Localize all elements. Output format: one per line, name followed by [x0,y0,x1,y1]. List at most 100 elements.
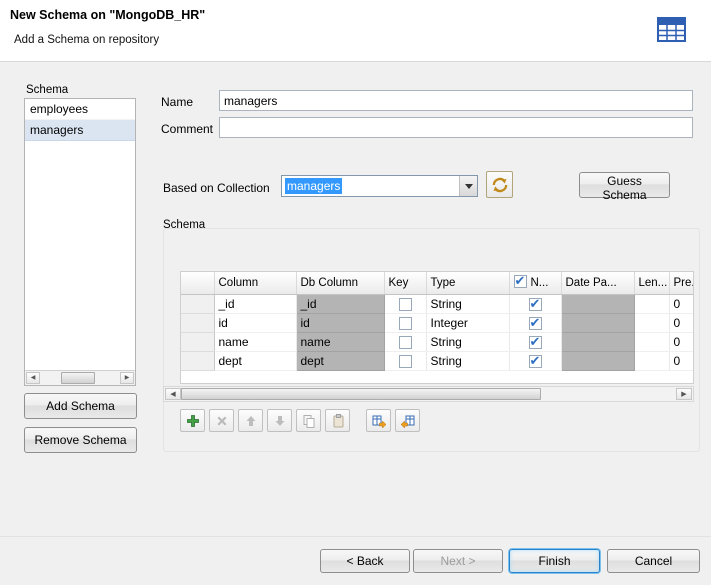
refresh-collections-button[interactable] [486,171,513,198]
add-schema-button[interactable]: Add Schema [24,393,137,419]
cell-db-column: id [296,313,384,332]
delete-icon [214,413,230,429]
nullable-checkbox[interactable] [529,336,542,349]
cell-key[interactable] [384,294,426,313]
key-checkbox[interactable] [399,336,412,349]
dialog-title: New Schema on "MongoDB_HR" [10,8,205,22]
cell-column[interactable]: _id [214,294,296,313]
cell-length[interactable] [634,332,669,351]
cell-length[interactable] [634,294,669,313]
nullable-checkbox[interactable] [529,317,542,330]
cell-key[interactable] [384,332,426,351]
schema-list-items: employees managers [25,99,135,141]
new-schema-wizard-dialog: New Schema on "MongoDB_HR" Add a Schema … [0,0,711,585]
cell-type[interactable]: String [426,351,509,370]
add-column-button[interactable] [180,409,205,432]
move-up-button[interactable] [238,409,263,432]
cell-type[interactable]: Integer [426,313,509,332]
cell-db-column: dept [296,351,384,370]
scroll-left-icon[interactable]: ◀ [165,388,181,400]
nullable-all-checkbox[interactable] [514,275,527,288]
cell-nullable[interactable] [509,313,561,332]
schema-list-label: Schema [26,84,68,96]
col-header-type[interactable]: Type [426,272,509,294]
cancel-button[interactable]: Cancel [607,549,700,573]
paste-button[interactable] [325,409,350,432]
col-header-nullable[interactable]: N... [509,272,561,294]
collection-selected-value: managers [285,178,342,194]
col-header-length[interactable]: Len... [634,272,669,294]
row-selector-cell[interactable] [181,294,214,313]
schema-table-hscrollbar[interactable]: ◀ ▶ [163,386,694,402]
schema-list-hscrollbar[interactable]: ◀ ▶ [25,370,135,385]
guess-schema-button[interactable]: Guess Schema [579,172,670,198]
scroll-right-icon[interactable]: ▶ [120,372,134,384]
name-input[interactable] [219,90,693,111]
cell-date-pattern [561,351,634,370]
key-checkbox[interactable] [399,355,412,368]
finish-button[interactable]: Finish [509,549,600,573]
table-row[interactable]: name name String 0 [181,332,694,351]
import-schema-button[interactable] [395,409,420,432]
remove-column-button[interactable] [209,409,234,432]
dialog-subtitle: Add a Schema on repository [14,34,159,46]
cell-nullable[interactable] [509,332,561,351]
move-down-button[interactable] [267,409,292,432]
key-checkbox[interactable] [399,298,412,311]
cell-precision[interactable]: 0 [669,332,694,351]
scroll-thumb[interactable] [61,372,95,384]
col-header-date-pattern[interactable]: Date Pa... [561,272,634,294]
collection-combobox[interactable]: managers [281,175,478,197]
key-checkbox[interactable] [399,317,412,330]
name-label: Name [161,95,193,109]
scroll-left-icon[interactable]: ◀ [26,372,40,384]
wizard-header: New Schema on "MongoDB_HR" Add a Schema … [0,0,711,62]
schema-list-item-label: managers [30,123,83,137]
table-row[interactable]: dept dept String 0 [181,351,694,370]
cell-key[interactable] [384,351,426,370]
cell-column[interactable]: dept [214,351,296,370]
chevron-down-icon[interactable] [459,176,477,196]
cell-nullable[interactable] [509,351,561,370]
cell-key[interactable] [384,313,426,332]
remove-schema-button[interactable]: Remove Schema [24,427,137,453]
export-schema-button[interactable] [366,409,391,432]
col-header-key[interactable]: Key [384,272,426,294]
nullable-checkbox[interactable] [529,355,542,368]
cell-db-column: _id [296,294,384,313]
copy-icon [301,413,317,429]
schema-toolbar [180,409,420,433]
comment-label: Comment [161,122,213,136]
cell-column[interactable]: id [214,313,296,332]
cell-precision[interactable]: 0 [669,294,694,313]
cell-column[interactable]: name [214,332,296,351]
cell-precision[interactable]: 0 [669,313,694,332]
schema-list-item-label: employees [30,102,88,116]
schema-list-item[interactable]: managers [25,120,135,141]
cell-precision[interactable]: 0 [669,351,694,370]
copy-button[interactable] [296,409,321,432]
col-header-db-column[interactable]: Db Column [296,272,384,294]
schema-table[interactable]: Column Db Column Key Type N... Date Pa..… [180,271,694,384]
comment-input[interactable] [219,117,693,138]
col-header-column[interactable]: Column [214,272,296,294]
back-button[interactable]: < Back [320,549,410,573]
row-selector-cell[interactable] [181,351,214,370]
next-button[interactable]: Next > [413,549,503,573]
cell-type[interactable]: String [426,294,509,313]
table-row[interactable]: id id Integer 0 [181,313,694,332]
scroll-right-icon[interactable]: ▶ [676,388,692,400]
cell-nullable[interactable] [509,294,561,313]
schema-list[interactable]: employees managers ◀ ▶ [24,98,136,386]
row-selector-cell[interactable] [181,332,214,351]
cell-length[interactable] [634,351,669,370]
nullable-checkbox[interactable] [529,298,542,311]
cell-length[interactable] [634,313,669,332]
col-header-precision[interactable]: Pre... [669,272,694,294]
row-selector-cell[interactable] [181,313,214,332]
schema-list-item[interactable]: employees [25,99,135,120]
schema-group-label: Schema [163,219,205,231]
scroll-thumb[interactable] [181,388,541,400]
cell-type[interactable]: String [426,332,509,351]
table-row[interactable]: _id _id String 0 [181,294,694,313]
